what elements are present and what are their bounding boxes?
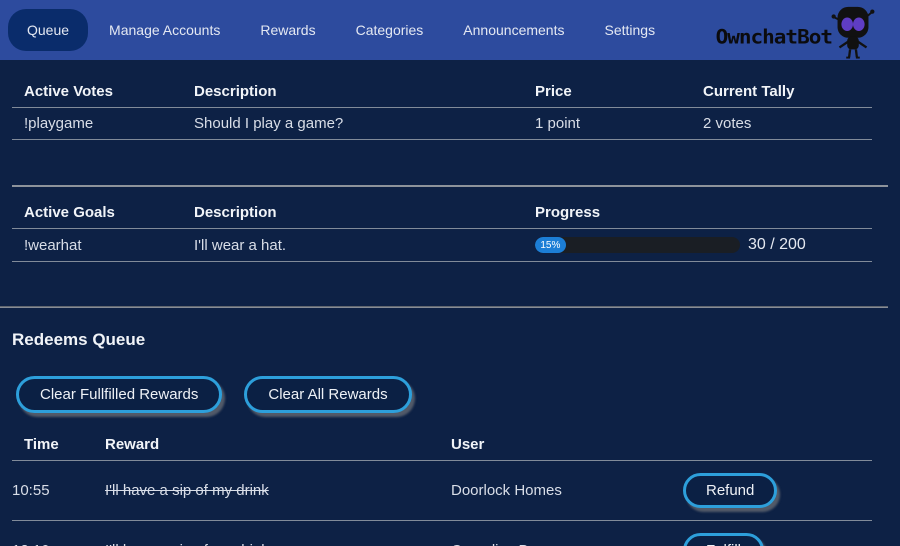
section-divider — [0, 306, 888, 308]
progress-bar-track: 15% — [535, 237, 740, 253]
redeem-row: 10:55 I'll have a sip of my drink Doorlo… — [12, 461, 872, 521]
redeems-table: Time Reward User 10:55 I'll have a sip o… — [12, 431, 872, 546]
brand-name: OwnchatBot — [716, 26, 832, 48]
goals-header-progress: Progress — [535, 199, 872, 229]
fulfill-button[interactable]: Fulfill — [683, 533, 764, 546]
progress-value-label: 30 / 200 — [748, 236, 806, 254]
redeems-header-action — [683, 431, 872, 461]
goal-row: !wearhat I'll wear a hat. 15% 30 / 200 — [12, 229, 872, 262]
redeems-actions: Clear Fullfilled Rewards Clear All Rewar… — [16, 376, 900, 413]
brand-logo: OwnchatBot — [716, 0, 882, 60]
redeem-reward: I'll have a sip of my drink — [105, 521, 451, 546]
redeems-header-reward: Reward — [105, 431, 451, 461]
votes-header-tally: Current Tally — [703, 78, 872, 108]
robot-mascot-icon — [824, 2, 882, 60]
vote-price: 1 point — [535, 108, 703, 140]
refund-button[interactable]: Refund — [683, 473, 777, 508]
goal-description: I'll wear a hat. — [194, 229, 535, 262]
redeem-user: Doorlock Homes — [451, 461, 683, 521]
goals-header-description: Description — [194, 199, 535, 229]
redeems-header-user: User — [451, 431, 683, 461]
vote-row: !playgame Should I play a game? 1 point … — [12, 108, 872, 140]
vote-tally: 2 votes — [703, 108, 872, 140]
active-goals-section: Active Goals Description Progress !wearh… — [12, 185, 888, 262]
redeems-queue-title: Redeems Queue — [12, 330, 900, 350]
tab-settings[interactable]: Settings — [585, 9, 674, 51]
progress-bar-fill: 15% — [535, 237, 566, 253]
votes-header-description: Description — [194, 78, 535, 108]
goals-header-command: Active Goals — [12, 199, 194, 229]
redeem-user: Cornelius Burns — [451, 521, 683, 546]
redeem-time: 12:10 — [12, 521, 105, 546]
tab-categories[interactable]: Categories — [337, 9, 443, 51]
active-votes-table: Active Votes Description Price Current T… — [12, 78, 872, 140]
votes-header-price: Price — [535, 78, 703, 108]
active-goals-table: Active Goals Description Progress !wearh… — [12, 199, 872, 262]
tab-announcements[interactable]: Announcements — [444, 9, 583, 51]
redeems-header-time: Time — [12, 431, 105, 461]
vote-command: !playgame — [12, 108, 194, 140]
tab-manage-accounts[interactable]: Manage Accounts — [90, 9, 239, 51]
goal-command: !wearhat — [12, 229, 194, 262]
goal-progress: 15% 30 / 200 — [535, 236, 872, 254]
tab-rewards[interactable]: Rewards — [241, 9, 334, 51]
redeem-time: 10:55 — [12, 461, 105, 521]
tab-queue[interactable]: Queue — [8, 9, 88, 51]
redeem-row: 12:10 I'll have a sip of my drink Cornel… — [12, 521, 872, 546]
clear-fulfilled-rewards-button[interactable]: Clear Fullfilled Rewards — [16, 376, 222, 413]
vote-description: Should I play a game? — [194, 108, 535, 140]
top-navbar: Queue Manage Accounts Rewards Categories… — [0, 0, 900, 60]
redeem-reward: I'll have a sip of my drink — [105, 461, 451, 521]
clear-all-rewards-button[interactable]: Clear All Rewards — [244, 376, 411, 413]
votes-header-command: Active Votes — [12, 78, 194, 108]
